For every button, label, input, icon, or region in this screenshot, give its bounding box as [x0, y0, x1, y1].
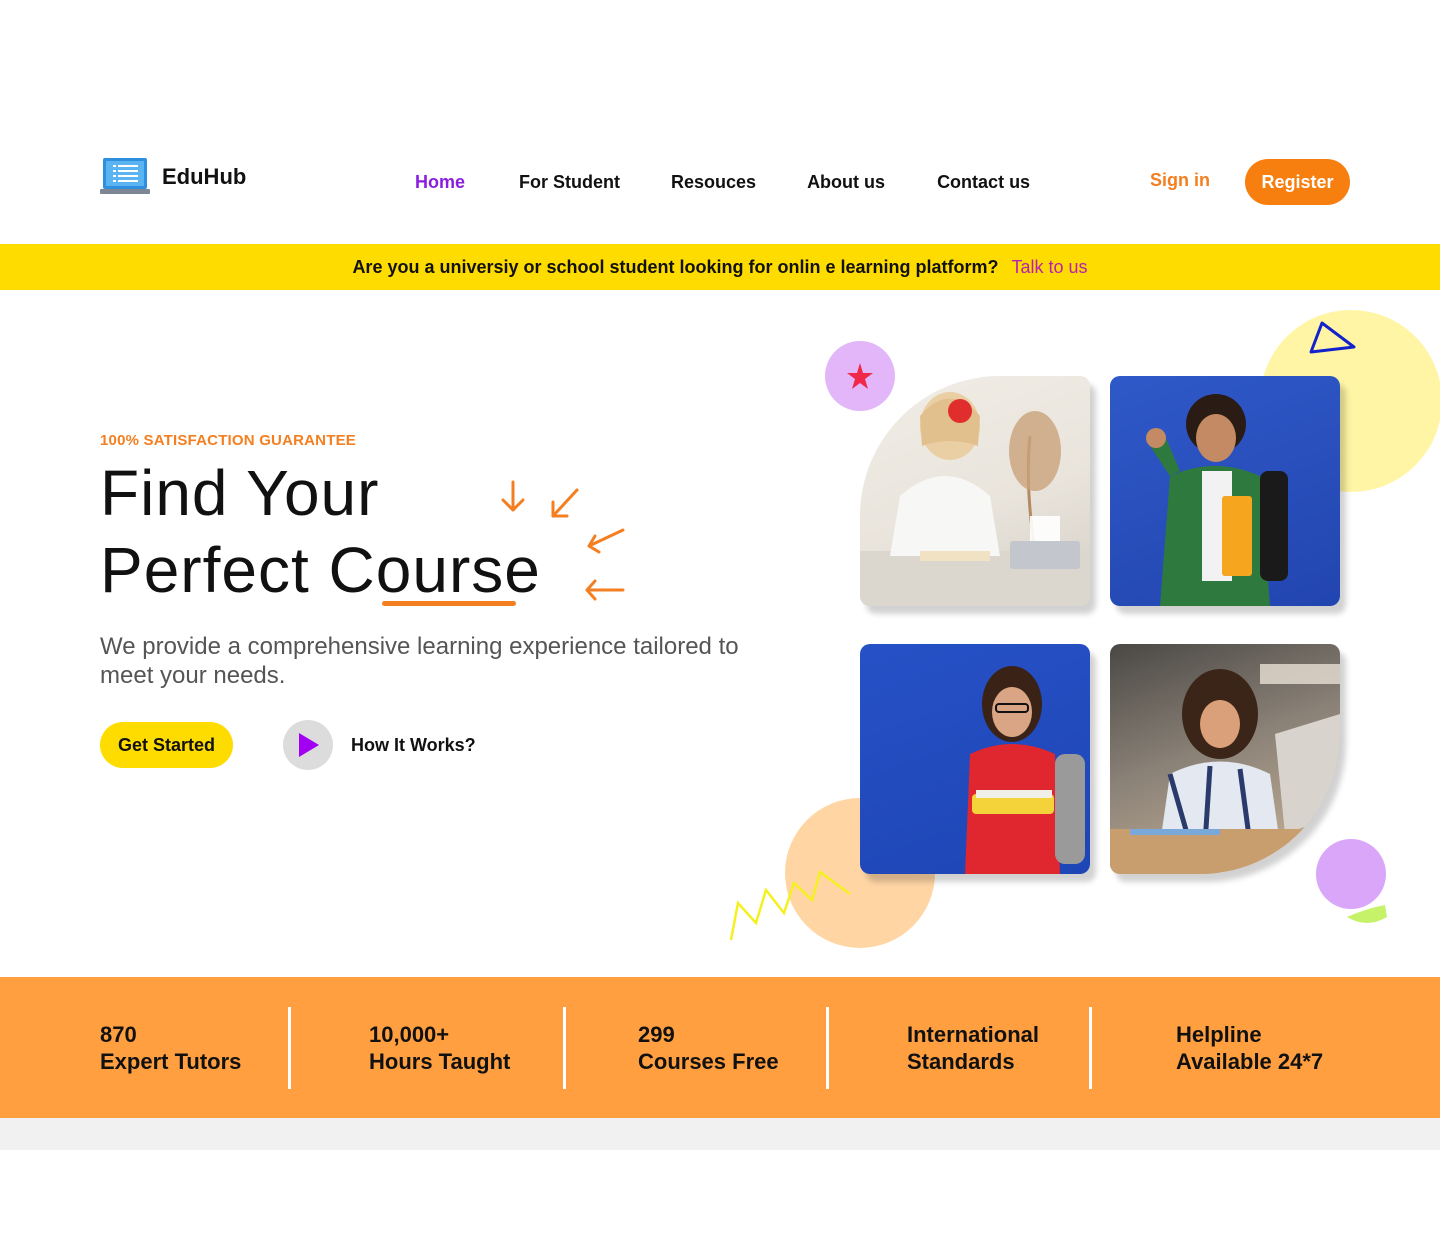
- stat-label: Expert Tutors: [100, 1049, 242, 1074]
- stat-divider: [288, 1007, 291, 1089]
- site-header: EduHub Home For Student Resouces About u…: [0, 150, 1440, 220]
- laptop-icon: [100, 158, 150, 194]
- stat-label: Courses Free: [638, 1049, 779, 1074]
- hero-description: We provide a comprehensive learning expe…: [100, 633, 739, 689]
- stat-divider: [826, 1007, 829, 1089]
- get-started-button[interactable]: Get Started: [100, 722, 233, 768]
- student-laptop-photo: [1110, 644, 1340, 874]
- nav-for-student[interactable]: For Student: [519, 172, 620, 193]
- stat-hours-taught: 10,000+ Hours Taught: [369, 1021, 510, 1075]
- green-leaf-decoration: [1347, 905, 1387, 923]
- brand-name: EduHub: [162, 164, 247, 189]
- stat-value: 870: [100, 1022, 137, 1047]
- promo-banner: Are you a universiy or school student lo…: [0, 244, 1440, 290]
- stat-value: 299: [638, 1022, 675, 1047]
- purple-circle-decoration: [825, 341, 895, 411]
- stat-international-standards: International Standards: [907, 1021, 1039, 1075]
- stat-divider: [563, 1007, 566, 1089]
- stat-value: Helpline: [1176, 1022, 1262, 1047]
- talk-to-us-link[interactable]: Talk to us: [1012, 257, 1088, 278]
- stat-expert-tutors: 870 Expert Tutors: [100, 1021, 241, 1075]
- triangle-decoration: [1309, 321, 1356, 354]
- nav-contact-us[interactable]: Contact us: [937, 172, 1030, 193]
- nav-resources[interactable]: Resouces: [671, 172, 756, 193]
- play-icon: [299, 733, 319, 757]
- nav-home[interactable]: Home: [415, 172, 465, 193]
- banner-question: Are you a universiy or school student lo…: [352, 256, 999, 277]
- stat-label: Standards: [907, 1049, 1015, 1074]
- stat-label: Available 24*7: [1176, 1049, 1324, 1074]
- student-backpack-photo: [1110, 376, 1340, 606]
- how-it-works-button[interactable]: How It Works?: [283, 720, 476, 770]
- arrows-decoration: [501, 480, 625, 601]
- brand-logo[interactable]: EduHub: [100, 158, 246, 196]
- headline-line-2: Perfect Course: [100, 534, 541, 606]
- sign-in-link[interactable]: Sign in: [1150, 170, 1210, 191]
- main-nav: Home For Student Resouces About us Conta…: [415, 172, 1030, 193]
- satisfaction-eyebrow: 100% SATISFACTION GUARANTEE: [100, 432, 356, 449]
- stat-value: International: [907, 1022, 1040, 1047]
- headline-line-1: Find Your: [100, 457, 380, 529]
- stat-divider: [1089, 1007, 1092, 1089]
- stat-label: Hours Taught: [369, 1049, 511, 1074]
- nav-about-us[interactable]: About us: [807, 172, 885, 193]
- star-icon: [847, 363, 873, 389]
- stat-value: 10,000+: [369, 1022, 450, 1047]
- how-it-works-label: How It Works?: [351, 734, 476, 755]
- stats-band: 870 Expert Tutors 10,000+ Hours Taught 2…: [0, 977, 1440, 1118]
- register-button[interactable]: Register: [1245, 159, 1350, 205]
- hero-headline: Find Your Perfect Course: [100, 455, 541, 609]
- zigzag-decoration: [729, 869, 851, 941]
- student-writing-photo: [860, 376, 1090, 606]
- footer-strip: [0, 1118, 1440, 1150]
- student-books-photo: [860, 644, 1090, 874]
- purple-circle-decoration-bottom: [1316, 839, 1386, 909]
- stat-helpline: Helpline Available 24*7: [1176, 1021, 1323, 1075]
- stat-courses-free: 299 Courses Free: [638, 1021, 779, 1075]
- play-button[interactable]: [283, 720, 333, 770]
